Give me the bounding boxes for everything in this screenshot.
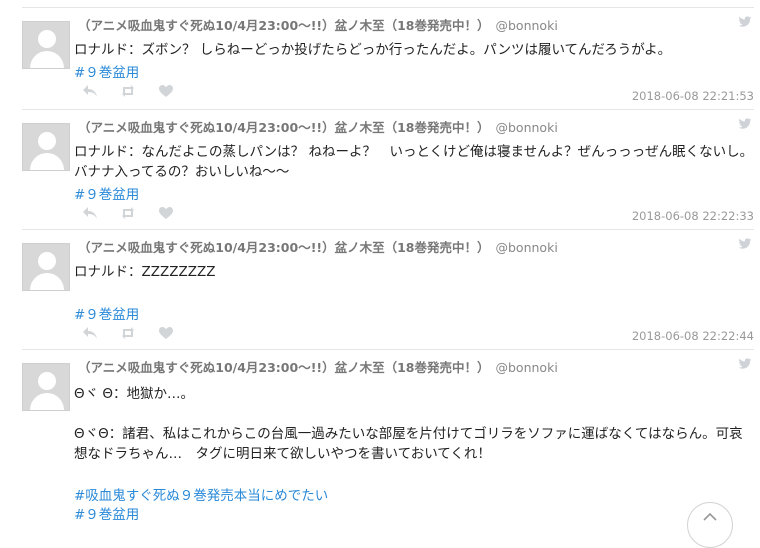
user-display-name[interactable]: （アニメ吸血鬼すぐ死ぬ10/4月23:00～!!）盆ノ木至（18巻発売中！）	[78, 120, 490, 135]
twitter-bird-icon[interactable]	[738, 238, 752, 250]
tweet-header: （アニメ吸血鬼すぐ死ぬ10/4月23:00～!!）盆ノ木至（18巻発売中！） @b…	[78, 357, 558, 376]
user-display-name[interactable]: （アニメ吸血鬼すぐ死ぬ10/4月23:00～!!）盆ノ木至（18巻発売中！）	[78, 360, 490, 375]
user-avatar[interactable]	[22, 21, 70, 69]
tweet-timestamp[interactable]: 2018-06-08 22:21:53	[632, 89, 754, 103]
user-display-name[interactable]: （アニメ吸血鬼すぐ死ぬ10/4月23:00～!!）盆ノ木至（18巻発売中！）	[78, 240, 490, 255]
tweet-actions	[82, 206, 174, 220]
reply-icon[interactable]	[82, 326, 98, 340]
tweet-text: ロナルド：ZZZZZZZZ	[74, 264, 216, 280]
hashtag-link[interactable]: #吸血鬼すぐ死ぬ９巻発売本当にめでたい	[74, 484, 328, 504]
tweet-actions	[82, 84, 174, 98]
user-avatar[interactable]	[22, 243, 70, 291]
twitter-bird-icon[interactable]	[738, 118, 752, 130]
chevron-up-icon	[703, 513, 717, 521]
tweet-card: （アニメ吸血鬼すぐ死ぬ10/4月23:00～!!）盆ノ木至（18巻発売中！） @b…	[22, 109, 754, 230]
user-handle[interactable]: @bonnoki	[496, 18, 558, 33]
user-avatar[interactable]	[22, 123, 70, 171]
retweet-icon[interactable]	[120, 326, 136, 340]
like-icon[interactable]	[158, 206, 174, 220]
user-handle[interactable]: @bonnoki	[496, 120, 558, 135]
tweet-header: （アニメ吸血鬼すぐ死ぬ10/4月23:00～!!）盆ノ木至（18巻発売中！） @b…	[78, 15, 558, 34]
hashtag-link[interactable]: #９巻盆用	[74, 61, 139, 81]
user-avatar[interactable]	[22, 363, 70, 411]
tweet-text: ロナルド：ズボン？ しらねーどっか投げたらどっか行ったんだよ。パンツは履いてんだ…	[74, 42, 672, 58]
tweet-actions	[82, 326, 174, 340]
tweet-text: ロナルド：なんだよこの蒸しパンは？ ねねーよ？ いっとくけど俺は寝ませんよ？ぜん…	[74, 144, 754, 180]
hashtag-link[interactable]: #９巻盆用	[74, 303, 139, 323]
tweet-card: （アニメ吸血鬼すぐ死ぬ10/4月23:00～!!）盆ノ木至（18巻発売中！） @b…	[22, 349, 754, 523]
tweet-text: Θヾ Θ：地獄か…。 ΘヾΘ：諸君、私はこれからこの台風一過みたいな部屋を片付け…	[74, 386, 743, 462]
tweet-card: （アニメ吸血鬼すぐ死ぬ10/4月23:00～!!）盆ノ木至（18巻発売中！） @b…	[22, 7, 754, 109]
tweet-header: （アニメ吸血鬼すぐ死ぬ10/4月23:00～!!）盆ノ木至（18巻発売中！） @b…	[78, 237, 558, 256]
like-icon[interactable]	[158, 84, 174, 98]
retweet-icon[interactable]	[120, 206, 136, 220]
scroll-to-top-button[interactable]	[687, 502, 733, 548]
retweet-icon[interactable]	[120, 84, 136, 98]
twitter-bird-icon[interactable]	[738, 16, 752, 28]
like-icon[interactable]	[158, 326, 174, 340]
hashtag-link[interactable]: #９巻盆用	[74, 183, 139, 203]
tweet-timestamp[interactable]: 2018-06-08 22:22:33	[632, 209, 754, 223]
user-display-name[interactable]: （アニメ吸血鬼すぐ死ぬ10/4月23:00～!!）盆ノ木至（18巻発売中！）	[78, 18, 490, 33]
user-handle[interactable]: @bonnoki	[496, 360, 558, 375]
reply-icon[interactable]	[82, 84, 98, 98]
twitter-bird-icon[interactable]	[738, 358, 752, 370]
tweet-timestamp[interactable]: 2018-06-08 22:22:44	[632, 329, 754, 343]
reply-icon[interactable]	[82, 206, 98, 220]
tweet-card: （アニメ吸血鬼すぐ死ぬ10/4月23:00～!!）盆ノ木至（18巻発売中！） @b…	[22, 229, 754, 350]
user-handle[interactable]: @bonnoki	[496, 240, 558, 255]
tweet-header: （アニメ吸血鬼すぐ死ぬ10/4月23:00～!!）盆ノ木至（18巻発売中！） @b…	[78, 117, 558, 136]
hashtag-link[interactable]: #９巻盆用	[74, 503, 139, 523]
